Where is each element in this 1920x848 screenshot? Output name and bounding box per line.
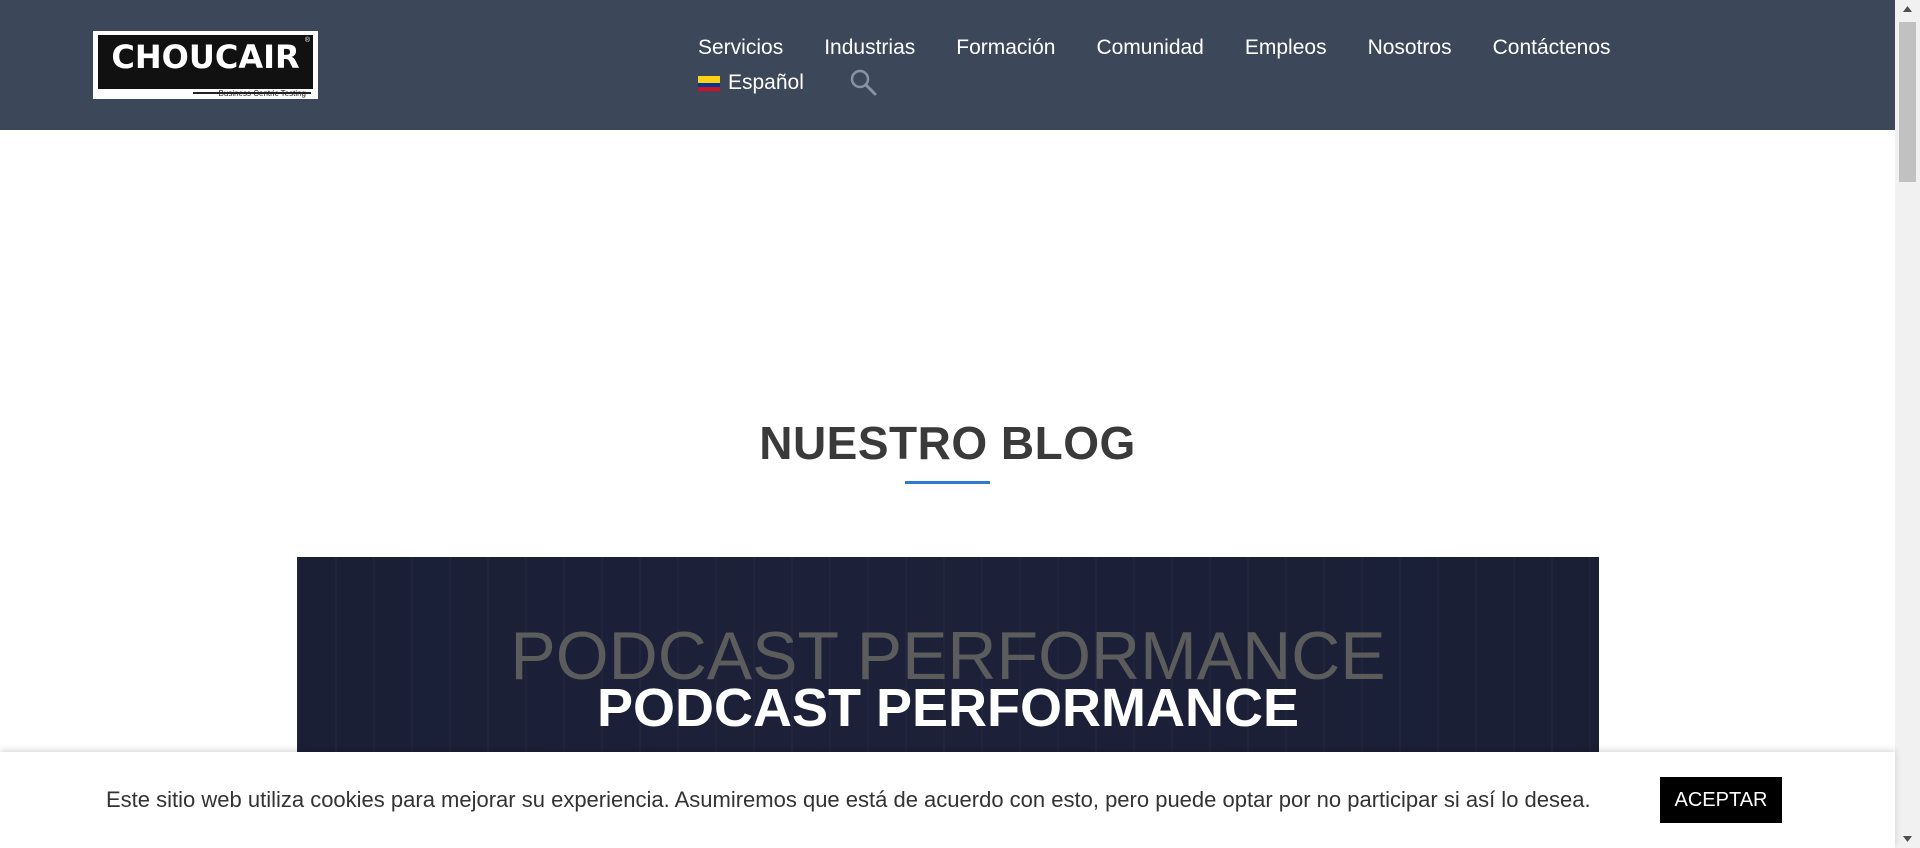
section-title: NUESTRO BLOG xyxy=(759,417,1136,469)
scroll-thumb[interactable] xyxy=(1899,22,1916,182)
search-icon[interactable] xyxy=(849,68,879,98)
nav-item-empleos[interactable]: Empleos xyxy=(1245,34,1327,62)
site-header: CHOUCAIR ® Business Centric Testing Serv… xyxy=(0,0,1895,130)
cookie-message: Este sitio web utiliza cookies para mejo… xyxy=(106,787,1591,812)
logo-registered-mark: ® xyxy=(304,37,310,44)
language-selector[interactable]: Español xyxy=(698,69,804,97)
logo-box: CHOUCAIR ® xyxy=(98,35,313,89)
nav-item-servicios[interactable]: Servicios xyxy=(698,34,783,62)
page-scrollbar[interactable] xyxy=(1895,0,1920,848)
scroll-down-arrow-icon[interactable] xyxy=(1895,828,1920,848)
nav-item-nosotros[interactable]: Nosotros xyxy=(1368,34,1452,62)
nav-item-industrias[interactable]: Industrias xyxy=(824,34,915,62)
blog-banner[interactable]: PODCAST PERFORMANCE PODCAST PERFORMANCE xyxy=(297,557,1599,752)
accept-cookies-button[interactable]: ACEPTAR xyxy=(1660,777,1782,823)
nav-item-formacion[interactable]: Formación xyxy=(956,34,1055,62)
choucair-logo[interactable]: CHOUCAIR ® Business Centric Testing xyxy=(93,31,318,99)
cookie-bar: Este sitio web utiliza cookies para mejo… xyxy=(0,752,1895,848)
colombia-flag-icon xyxy=(698,75,720,91)
nav-item-comunidad[interactable]: Comunidad xyxy=(1096,34,1203,62)
scroll-up-arrow-icon[interactable] xyxy=(1895,0,1920,20)
language-label: Español xyxy=(728,71,804,94)
banner-title: PODCAST PERFORMANCE xyxy=(596,678,1300,738)
nav-item-contactenos[interactable]: Contáctenos xyxy=(1493,34,1611,62)
main-nav: Servicios Industrias Formación Comunidad… xyxy=(698,34,1611,62)
logo-text: CHOUCAIR xyxy=(111,38,300,76)
title-underline xyxy=(905,481,990,484)
logo-underline xyxy=(193,92,311,94)
